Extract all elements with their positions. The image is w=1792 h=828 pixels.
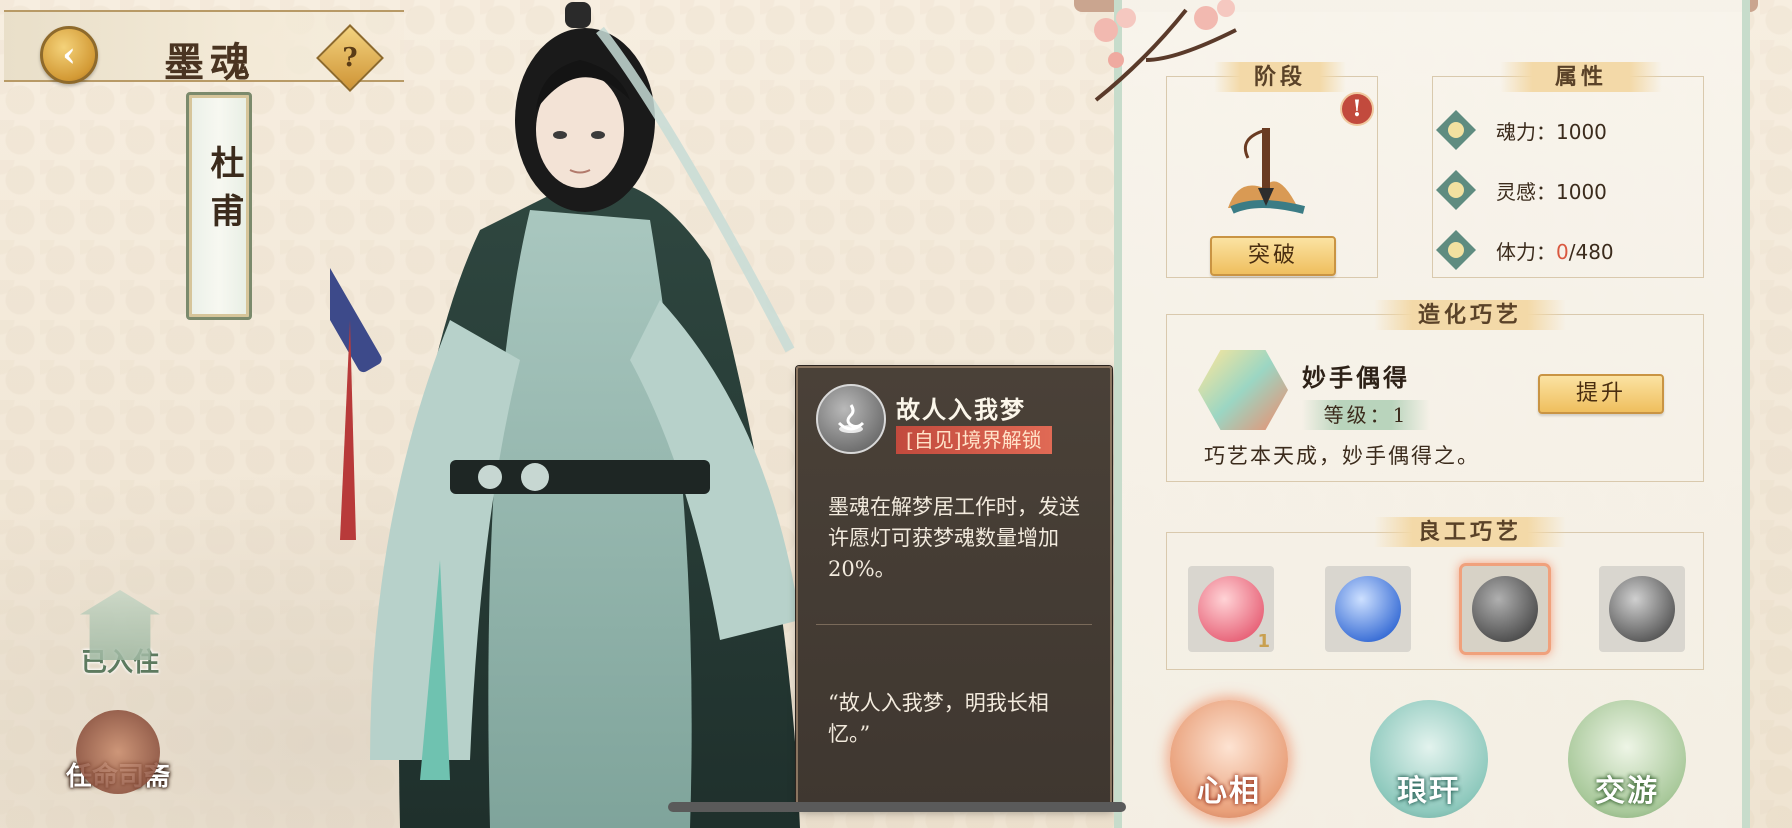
- soul-power-icon: [1436, 110, 1476, 150]
- attribute-row-stamina: 体力：0/480: [1436, 230, 1696, 270]
- stamina-icon: [1436, 230, 1476, 270]
- hands-skill-icon: [1335, 576, 1401, 642]
- craft-name: 妙手偶得: [1302, 363, 1410, 392]
- attribute-row-soul: 魂力：1000: [1436, 110, 1696, 150]
- nav-label: 心相: [1197, 774, 1261, 809]
- nav-label: 交游: [1595, 774, 1659, 809]
- back-button[interactable]: ‹: [40, 26, 98, 84]
- attribute-value: 1000: [1556, 180, 1607, 204]
- attribute-name: 灵感：: [1496, 180, 1556, 204]
- tooltip-divider: [816, 624, 1092, 625]
- skills-label: 良工巧艺: [1374, 517, 1566, 547]
- residence-icon: [80, 590, 160, 660]
- character-name: 杜甫: [204, 145, 244, 241]
- skill-tooltip: 故人入我梦 [自见]境界解锁 墨魂在解梦居工作时，发送许愿灯可获梦魂数量增加20…: [796, 366, 1112, 808]
- stamina-max: /480: [1568, 240, 1614, 264]
- tooltip-description: 墨魂在解梦居工作时，发送许愿灯可获梦魂数量增加20%。: [828, 495, 1080, 581]
- nav-langgan[interactable]: 琅玕: [1370, 700, 1488, 818]
- skill-badge: 1: [1257, 631, 1270, 652]
- home-indicator[interactable]: [668, 802, 1126, 812]
- attribute-name: 体力：: [1496, 240, 1556, 264]
- character-illustration: [330, 2, 800, 828]
- appoint-icon: [76, 710, 160, 794]
- skill-slot-hands[interactable]: [1325, 566, 1411, 652]
- breakthrough-button[interactable]: 突破: [1210, 236, 1336, 276]
- nav-label: 琅玕: [1397, 774, 1461, 809]
- attribute-name: 魂力：: [1496, 120, 1556, 144]
- skill-slot-swirl[interactable]: [1462, 566, 1548, 652]
- flower-skill-icon: [1198, 576, 1264, 642]
- tooltip-quote: “故人入我梦，明我长相忆。”: [828, 691, 1049, 746]
- inspiration-icon: [1436, 170, 1476, 210]
- nav-xinxiang[interactable]: 心相: [1170, 700, 1288, 818]
- alert-icon[interactable]: !: [1340, 92, 1374, 126]
- stage-label: 阶段: [1214, 62, 1346, 92]
- attribute-row-inspiration: 灵感：1000: [1436, 170, 1696, 210]
- appoint-button[interactable]: 任命司斋: [48, 710, 188, 794]
- upgrade-button[interactable]: 提升: [1538, 374, 1664, 414]
- skill-slot-brush-clock[interactable]: [1599, 566, 1685, 652]
- craft-description: 巧艺本天成，妙手偶得之。: [1204, 444, 1480, 468]
- brush-clock-skill-icon: [1609, 576, 1675, 642]
- page-title: 墨魂: [164, 39, 256, 86]
- character-name-scroll: 杜甫: [186, 92, 252, 320]
- swirl-skill-icon: [1472, 576, 1538, 642]
- craft-level: 等级：1: [1302, 400, 1430, 430]
- stamina-current: 0: [1556, 240, 1569, 264]
- nav-jiaoyou[interactable]: 交游: [1568, 700, 1686, 818]
- attribute-value: 1000: [1556, 120, 1607, 144]
- brush-stage-icon: [1228, 128, 1306, 214]
- chevron-left-icon: ‹: [62, 35, 76, 75]
- tooltip-title: 故人入我梦: [896, 395, 1026, 424]
- skill-slot-flower[interactable]: 1: [1188, 566, 1274, 652]
- resided-button[interactable]: 已入住: [60, 590, 180, 679]
- tooltip-tag: [自见]境界解锁: [896, 426, 1052, 454]
- attributes-label: 属性: [1500, 62, 1662, 92]
- craft-label: 造化巧艺: [1374, 300, 1566, 330]
- swirl-icon: [816, 384, 886, 454]
